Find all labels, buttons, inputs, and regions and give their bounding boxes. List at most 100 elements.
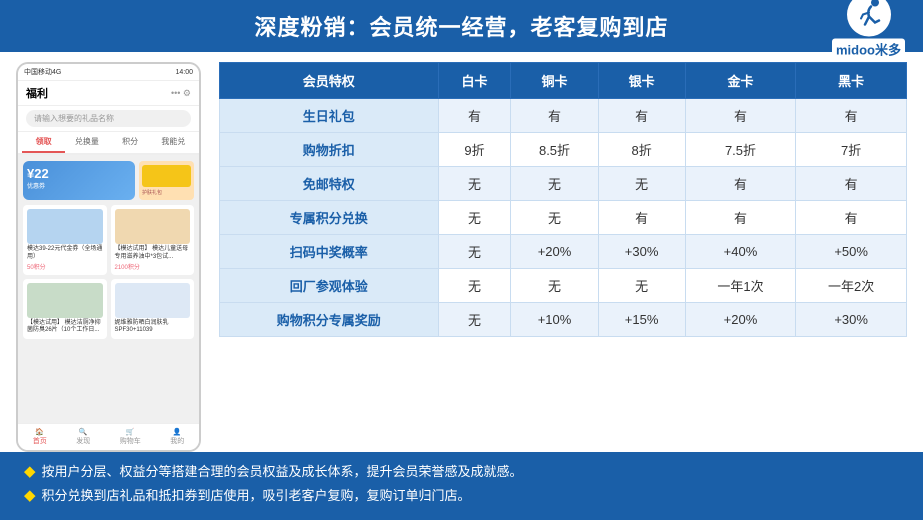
product-card-3: 【模达试用】 模达洁厕净抑菌防臭26片（10个工作日... [23, 279, 107, 340]
table-cell-value: +30% [796, 303, 907, 337]
main-content: 中国移动4G 14:00 福利 ••• ⚙ 请输入想要的礼品名称 领取 兑换量 … [0, 52, 923, 452]
footer-item-2: ◆ 积分兑换到店礼品和抵扣券到店使用，吸引老客户复购，复购订单归门店。 [24, 484, 899, 508]
midoo-logo-icon [847, 0, 891, 37]
table-row: 免邮特权无无无有有 [220, 167, 907, 201]
product-img-3 [27, 283, 103, 318]
logo-text: midoo米多 [832, 39, 905, 60]
phone-mockup: 中国移动4G 14:00 福利 ••• ⚙ 请输入想要的礼品名称 领取 兑换量 … [16, 62, 201, 452]
phone-search-bar: 请输入想要的礼品名称 [18, 106, 199, 132]
table-row: 专属积分兑换无无有有有 [220, 201, 907, 235]
table-cell-value: 有 [685, 167, 796, 201]
phone-body: ¥22 优惠券 护肤礼包 模达39-22元代金券（全场通用） 50积分 【模达试… [18, 155, 199, 446]
footer-bullet-2: ◆ [24, 484, 36, 508]
table-cell-privilege: 购物折扣 [220, 133, 439, 167]
table-cell-value: 有 [598, 201, 685, 235]
table-header-row: 会员特权 白卡 铜卡 银卡 金卡 黑卡 [220, 63, 907, 99]
phone-carrier: 中国移动4G [24, 67, 61, 77]
table-cell-value: 7.5折 [685, 133, 796, 167]
table-cell-value: +20% [511, 235, 598, 269]
phone-bottom-nav: 🏠首页 🔍发现 🛒购物车 👤我的 [18, 423, 199, 450]
table-cell-privilege: 生日礼包 [220, 99, 439, 133]
col-header-black: 黑卡 [796, 63, 907, 99]
phone-nav-bar: 福利 ••• ⚙ [18, 81, 199, 106]
table-cell-value: 无 [511, 201, 598, 235]
phone-time: 14:00 [175, 69, 193, 76]
table-row: 购物折扣9折8.5折8折7.5折7折 [220, 133, 907, 167]
table-cell-value: 有 [796, 99, 907, 133]
membership-table-area: 会员特权 白卡 铜卡 银卡 金卡 黑卡 生日礼包有有有有有购物折扣9折8.5折8… [219, 62, 907, 452]
page-title: 深度粉销：会员统一经营，老客复购到店 [254, 15, 668, 40]
product-name-4: 妮维雅防晒白润肤乳 SPF30+11039 [115, 320, 191, 336]
coupon-card-small: 护肤礼包 [139, 161, 194, 200]
table-cell-value: 有 [438, 99, 511, 133]
page-footer: ◆ 按用户分层、权益分等搭建合理的会员权益及成长体系，提升会员荣誉感及成就感。 … [0, 452, 923, 520]
table-cell-value: 有 [685, 201, 796, 235]
table-cell-value: 有 [796, 201, 907, 235]
product-name-2: 【模达试用】 模达儿童送母专用滋养油中*3包试... [115, 246, 191, 262]
product-points-1: 50积分 [27, 262, 103, 271]
table-cell-value: 7折 [796, 133, 907, 167]
product-name-1: 模达39-22元代金券（全场通用） [27, 246, 103, 262]
logo-area: midoo米多 [832, 0, 905, 60]
table-cell-value: 无 [438, 167, 511, 201]
page-header: 深度粉销：会员统一经营，老客复购到店 midoo米多 [0, 0, 923, 52]
coupon-row: ¥22 优惠券 护肤礼包 [23, 161, 194, 200]
table-cell-value: 有 [511, 99, 598, 133]
table-cell-value: 有 [796, 167, 907, 201]
col-header-silver: 银卡 [598, 63, 685, 99]
col-header-privilege: 会员特权 [220, 63, 439, 99]
coupon-product-img [142, 165, 191, 187]
table-cell-value: 无 [598, 167, 685, 201]
table-cell-value: +15% [598, 303, 685, 337]
table-cell-value: 一年1次 [685, 269, 796, 303]
table-cell-value: 8折 [598, 133, 685, 167]
product-row-2: 【模达试用】 模达洁厕净抑菌防臭26片（10个工作日... 妮维雅防晒白润肤乳 … [23, 279, 194, 340]
coupon-card-main: ¥22 优惠券 [23, 161, 135, 200]
product-points-2: 2100积分 [115, 262, 191, 271]
table-cell-value: 无 [438, 269, 511, 303]
table-cell-value: 有 [685, 99, 796, 133]
phone-tab-available[interactable]: 我能兑 [152, 132, 195, 153]
table-row: 生日礼包有有有有有 [220, 99, 907, 133]
table-cell-value: 无 [438, 235, 511, 269]
table-cell-value: 无 [598, 269, 685, 303]
table-cell-value: 无 [438, 201, 511, 235]
table-cell-value: 有 [598, 99, 685, 133]
phone-bottom-profile[interactable]: 👤我的 [170, 428, 184, 446]
col-header-white: 白卡 [438, 63, 511, 99]
product-row-1: 模达39-22元代金券（全场通用） 50积分 【模达试用】 模达儿童送母专用滋养… [23, 205, 194, 275]
table-cell-value: +50% [796, 235, 907, 269]
coupon-product-label: 护肤礼包 [142, 189, 191, 196]
phone-bottom-discover[interactable]: 🔍发现 [76, 428, 90, 446]
table-row: 回厂参观体验无无无一年1次一年2次 [220, 269, 907, 303]
table-row: 扫码中奖概率无+20%+30%+40%+50% [220, 235, 907, 269]
phone-tab-points[interactable]: 积分 [109, 132, 152, 153]
product-name-3: 【模达试用】 模达洁厕净抑菌防臭26片（10个工作日... [27, 320, 103, 336]
col-header-gold: 金卡 [685, 63, 796, 99]
table-cell-privilege: 专属积分兑换 [220, 201, 439, 235]
product-img-2 [115, 209, 191, 244]
table-row: 购物积分专属奖励无+10%+15%+20%+30% [220, 303, 907, 337]
phone-search-placeholder[interactable]: 请输入想要的礼品名称 [26, 110, 191, 127]
table-cell-value: +20% [685, 303, 796, 337]
product-card-4: 妮维雅防晒白润肤乳 SPF30+11039 [111, 279, 195, 340]
footer-bullet-1: ◆ [24, 460, 36, 484]
table-body: 生日礼包有有有有有购物折扣9折8.5折8折7.5折7折免邮特权无无无有有专属积分… [220, 99, 907, 337]
phone-nav-title: 福利 [26, 85, 48, 101]
table-cell-privilege: 回厂参观体验 [220, 269, 439, 303]
phone-bottom-cart[interactable]: 🛒购物车 [120, 428, 141, 446]
footer-text-2: 积分兑换到店礼品和抵扣券到店使用，吸引老客户复购，复购订单归门店。 [42, 484, 471, 507]
table-cell-value: +10% [511, 303, 598, 337]
footer-text-1: 按用户分层、权益分等搭建合理的会员权益及成长体系，提升会员荣誉感及成就感。 [42, 460, 523, 483]
table-cell-privilege: 购物积分专属奖励 [220, 303, 439, 337]
phone-tab-coupon[interactable]: 领取 [22, 132, 65, 153]
membership-table: 会员特权 白卡 铜卡 银卡 金卡 黑卡 生日礼包有有有有有购物折扣9折8.5折8… [219, 62, 907, 337]
table-cell-value: 一年2次 [796, 269, 907, 303]
table-cell-value: +40% [685, 235, 796, 269]
product-card-2: 【模达试用】 模达儿童送母专用滋养油中*3包试... 2100积分 [111, 205, 195, 275]
table-cell-value: 9折 [438, 133, 511, 167]
table-cell-value: 无 [438, 303, 511, 337]
phone-tab-exchange[interactable]: 兑换量 [65, 132, 108, 153]
phone-status-bar: 中国移动4G 14:00 [18, 64, 199, 81]
phone-bottom-home[interactable]: 🏠首页 [33, 428, 47, 446]
